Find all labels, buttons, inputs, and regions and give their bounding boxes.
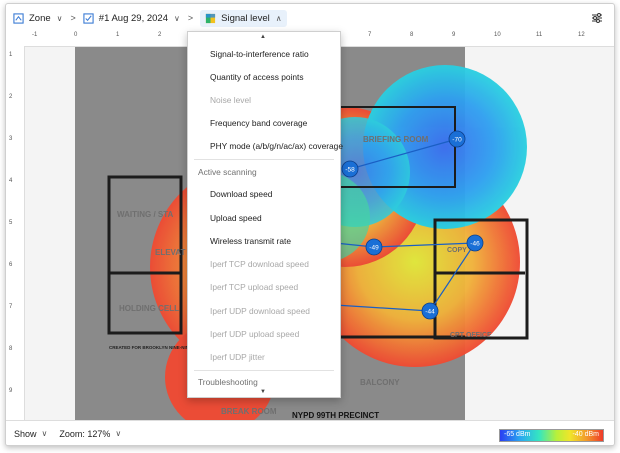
legend-min-label: -65 dBm <box>504 431 531 438</box>
menu-item-upload-speed[interactable]: Upload speed <box>210 213 262 223</box>
ruler-tick-label: 2 <box>158 32 162 38</box>
ruler-tick-label: 0 <box>74 32 78 38</box>
room-label: BALCONY <box>360 378 400 387</box>
menu-item-wireless-transmit-rate[interactable]: Wireless transmit rate <box>210 236 291 246</box>
heatmap-icon <box>206 13 216 23</box>
menu-item-iperf-tcp-upload: Iperf TCP upload speed <box>210 282 299 292</box>
top-toolbar: Zone ∨ > #1 Aug 29, 2024 ∨ > Signal leve… <box>6 4 614 32</box>
menu-divider <box>194 370 334 371</box>
access-point-value: -49 <box>369 244 379 251</box>
menu-item-ap-quantity[interactable]: Quantity of access points <box>210 72 304 82</box>
access-point-marker[interactable]: -58 <box>341 160 359 178</box>
ruler-tick-label: 4 <box>9 178 13 184</box>
access-point-marker[interactable]: -70 <box>448 130 466 148</box>
scroll-up-icon[interactable]: ▲ <box>260 34 266 40</box>
menu-item-frequency-band[interactable]: Frequency band coverage <box>210 118 307 128</box>
room-label: CPT OFFICE <box>450 332 492 339</box>
status-bar: Show ∨ Zoom: 127% ∨ -65 dBm -40 dBm <box>6 420 614 445</box>
breadcrumb-separator-icon: > <box>187 13 194 23</box>
legend-max-label: -40 dBm <box>572 431 599 438</box>
app-window: Zone ∨ > #1 Aug 29, 2024 ∨ > Signal leve… <box>5 3 615 446</box>
show-label: Show <box>14 428 37 439</box>
signal-legend: -65 dBm -40 dBm <box>499 429 604 442</box>
ruler-tick-label: 6 <box>9 262 13 268</box>
access-point-value: -46 <box>470 240 480 247</box>
survey-label: #1 Aug 29, 2024 <box>98 12 168 24</box>
access-point-marker[interactable]: -44 <box>421 302 439 320</box>
ruler-tick-label: 7 <box>368 32 372 38</box>
ruler-tick-label: 5 <box>9 220 13 226</box>
menu-item-iperf-udp-download: Iperf UDP download speed <box>210 306 310 316</box>
access-point-marker[interactable]: -46 <box>466 234 484 252</box>
chevron-down-icon: ∨ <box>174 13 180 23</box>
scroll-down-icon[interactable]: ▼ <box>260 389 266 395</box>
zone-selector[interactable]: Zone ∨ <box>13 13 63 24</box>
room-label: BRIEFING ROOM <box>363 135 429 144</box>
settings-sliders-icon[interactable] <box>591 12 603 24</box>
access-point-value: -44 <box>425 308 435 315</box>
zoom-label: Zoom: 127% <box>59 428 111 439</box>
access-point-value: -70 <box>452 136 462 143</box>
menu-item-iperf-udp-jitter: Iperf UDP jitter <box>210 352 265 362</box>
zone-label: Zone <box>29 12 51 24</box>
ruler-tick-label: 8 <box>9 346 13 352</box>
menu-divider <box>194 159 334 160</box>
show-dropdown[interactable]: Show ∨ <box>14 429 47 439</box>
chevron-down-icon: ∨ <box>41 429 48 438</box>
menu-item-iperf-tcp-download: Iperf TCP download speed <box>210 259 309 269</box>
ruler-tick-label: 1 <box>9 52 13 58</box>
menu-header-troubleshooting: Troubleshooting <box>198 377 258 387</box>
vertical-ruler: 1 2 3 4 5 6 7 8 9 <box>6 46 25 420</box>
visualization-menu: ▲ Signal-to-interference ratio Quantity … <box>187 31 343 398</box>
room-label: WAITING / STA <box>117 210 174 219</box>
menu-item-download-speed[interactable]: Download speed <box>210 189 272 199</box>
visualization-label: Signal level <box>221 12 270 24</box>
access-point-marker[interactable]: -49 <box>365 238 383 256</box>
survey-icon <box>83 12 94 24</box>
chevron-down-icon: ∨ <box>115 429 122 438</box>
ruler-tick-label: 2 <box>9 94 13 100</box>
room-label: COPY <box>447 247 467 254</box>
visualization-selector[interactable]: Signal level ∧ <box>200 9 287 27</box>
ruler-tick-label: 11 <box>536 32 543 38</box>
menu-item-phy-mode[interactable]: PHY mode (a/b/g/n/ac/ax) coverage <box>210 141 343 151</box>
room-label: CREATED FOR BROOKLYN NINE-NINE <box>109 345 192 350</box>
ruler-corner <box>6 32 25 47</box>
ruler-tick-label: 9 <box>452 32 456 38</box>
chevron-up-icon: ∧ <box>275 13 282 23</box>
ruler-tick-label: 9 <box>9 388 13 394</box>
ruler-tick-label: -1 <box>32 32 38 38</box>
menu-item-sir[interactable]: Signal-to-interference ratio <box>210 49 309 59</box>
breadcrumb-separator-icon: > <box>70 13 76 23</box>
menu-header-active-scanning: Active scanning <box>198 167 257 177</box>
zone-icon <box>13 12 24 24</box>
ruler-tick-label: 8 <box>410 32 414 38</box>
zoom-dropdown[interactable]: Zoom: 127% ∨ <box>59 429 121 439</box>
survey-selector[interactable]: #1 Aug 29, 2024 ∨ <box>83 13 180 24</box>
room-label: BREAK ROOM <box>221 407 277 416</box>
menu-item-iperf-udp-upload: Iperf UDP upload speed <box>210 329 300 339</box>
access-point-value: -58 <box>345 166 355 173</box>
ruler-tick-label: 3 <box>9 136 13 142</box>
ruler-tick-label: 7 <box>9 304 13 310</box>
ruler-tick-label: 12 <box>578 32 585 38</box>
room-label: NYPD 99TH PRECINCT <box>292 411 379 420</box>
ruler-tick-label: 1 <box>116 32 120 38</box>
ruler-tick-label: 10 <box>494 32 501 38</box>
menu-item-noise-level: Noise level <box>210 95 251 105</box>
chevron-down-icon: ∨ <box>56 13 63 23</box>
room-label: ELEVAT <box>155 248 185 257</box>
room-label: HOLDING CELL <box>119 304 179 313</box>
